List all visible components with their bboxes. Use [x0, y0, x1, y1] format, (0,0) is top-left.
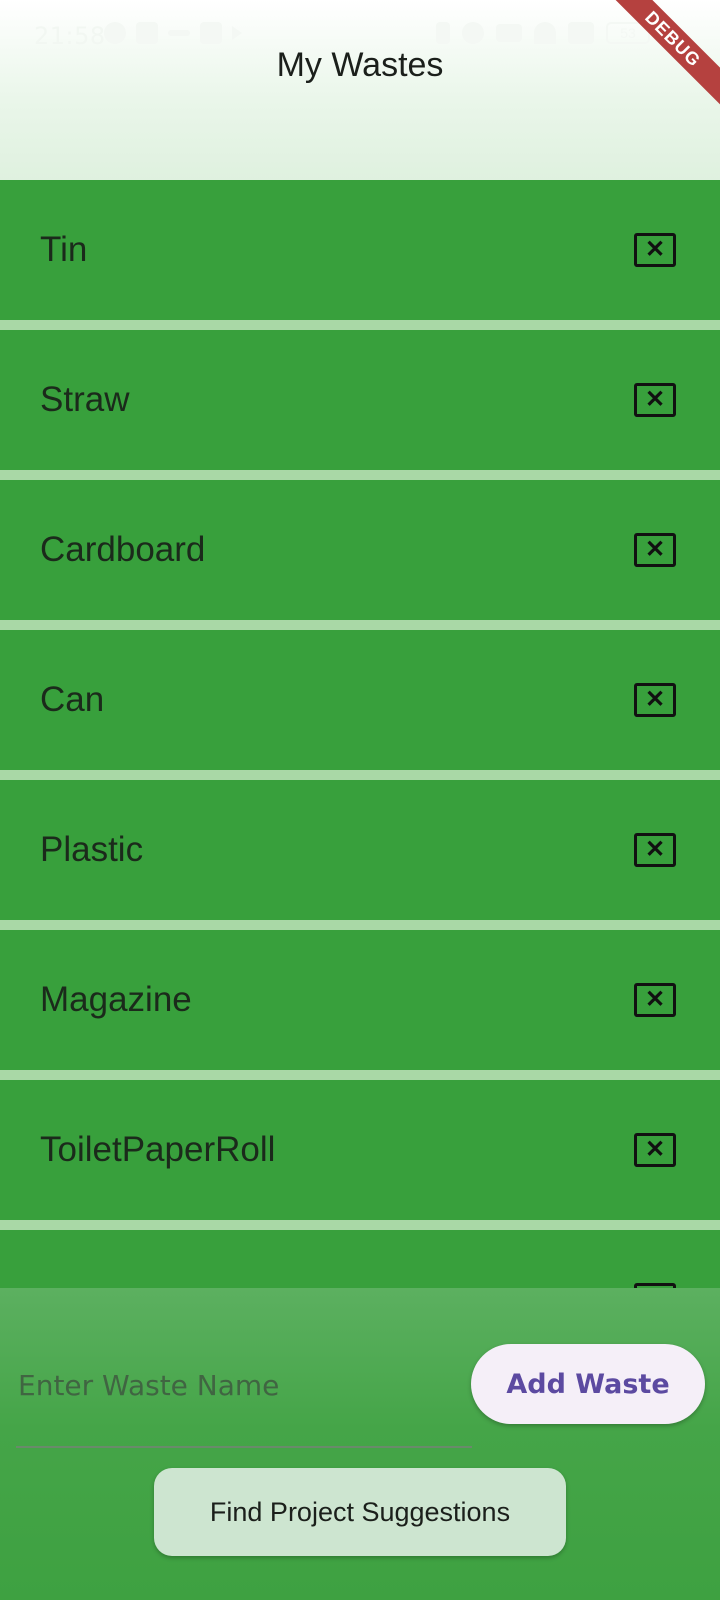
waste-item: Magazine ✕ [0, 930, 720, 1070]
network-speed-icon [496, 24, 522, 42]
delete-waste-icon[interactable]: ✕ [634, 1133, 676, 1167]
waste-item: Cardboard ✕ [0, 480, 720, 620]
waste-item: ✕ [0, 1230, 720, 1290]
delete-waste-icon[interactable]: ✕ [634, 233, 676, 267]
mail-icon [200, 22, 222, 44]
delete-waste-icon[interactable]: ✕ [634, 533, 676, 567]
waste-item-label: Plastic [40, 830, 144, 869]
play-icon [232, 26, 242, 40]
whatsapp-icon [104, 22, 126, 44]
system-icons: 53 [436, 22, 650, 44]
notification-icons [104, 22, 242, 44]
input-underline [16, 1446, 472, 1448]
delete-waste-icon[interactable]: ✕ [634, 833, 676, 867]
waste-item-label: Magazine [40, 980, 192, 1019]
waste-item: ToiletPaperRoll ✕ [0, 1080, 720, 1220]
waste-item-label: Tin [40, 230, 88, 269]
page-title: My Wastes [276, 46, 444, 84]
wifi-icon [534, 22, 556, 44]
add-waste-button[interactable]: Add Waste [471, 1344, 705, 1424]
add-waste-panel: Add Waste Find Project Suggestions [0, 1288, 720, 1600]
vibrate-icon [436, 22, 450, 44]
waste-name-input[interactable] [16, 1358, 476, 1412]
waste-item-label: ToiletPaperRoll [40, 1130, 276, 1169]
waste-item-label: Cardboard [40, 530, 206, 569]
waste-item: Plastic ✕ [0, 780, 720, 920]
alarm-icon [462, 22, 484, 44]
waste-item: Tin ✕ [0, 180, 720, 320]
delete-waste-icon[interactable]: ✕ [634, 383, 676, 417]
find-project-suggestions-button[interactable]: Find Project Suggestions [154, 1468, 566, 1556]
waste-item-label: Straw [40, 380, 130, 419]
waste-item-label: Can [40, 680, 105, 719]
waste-item: Straw ✕ [0, 330, 720, 470]
waste-list[interactable]: Tin ✕ Straw ✕ Cardboard ✕ Can ✕ Plastic … [0, 180, 720, 1290]
waste-item: Can ✕ [0, 630, 720, 770]
signal-icon [568, 22, 594, 44]
app-header: 21:58 53 DEBUG My Wastes [0, 0, 720, 180]
youtube-icon [136, 22, 158, 44]
more-dots-icon [168, 30, 190, 36]
delete-waste-icon[interactable]: ✕ [634, 683, 676, 717]
delete-waste-icon[interactable]: ✕ [634, 983, 676, 1017]
